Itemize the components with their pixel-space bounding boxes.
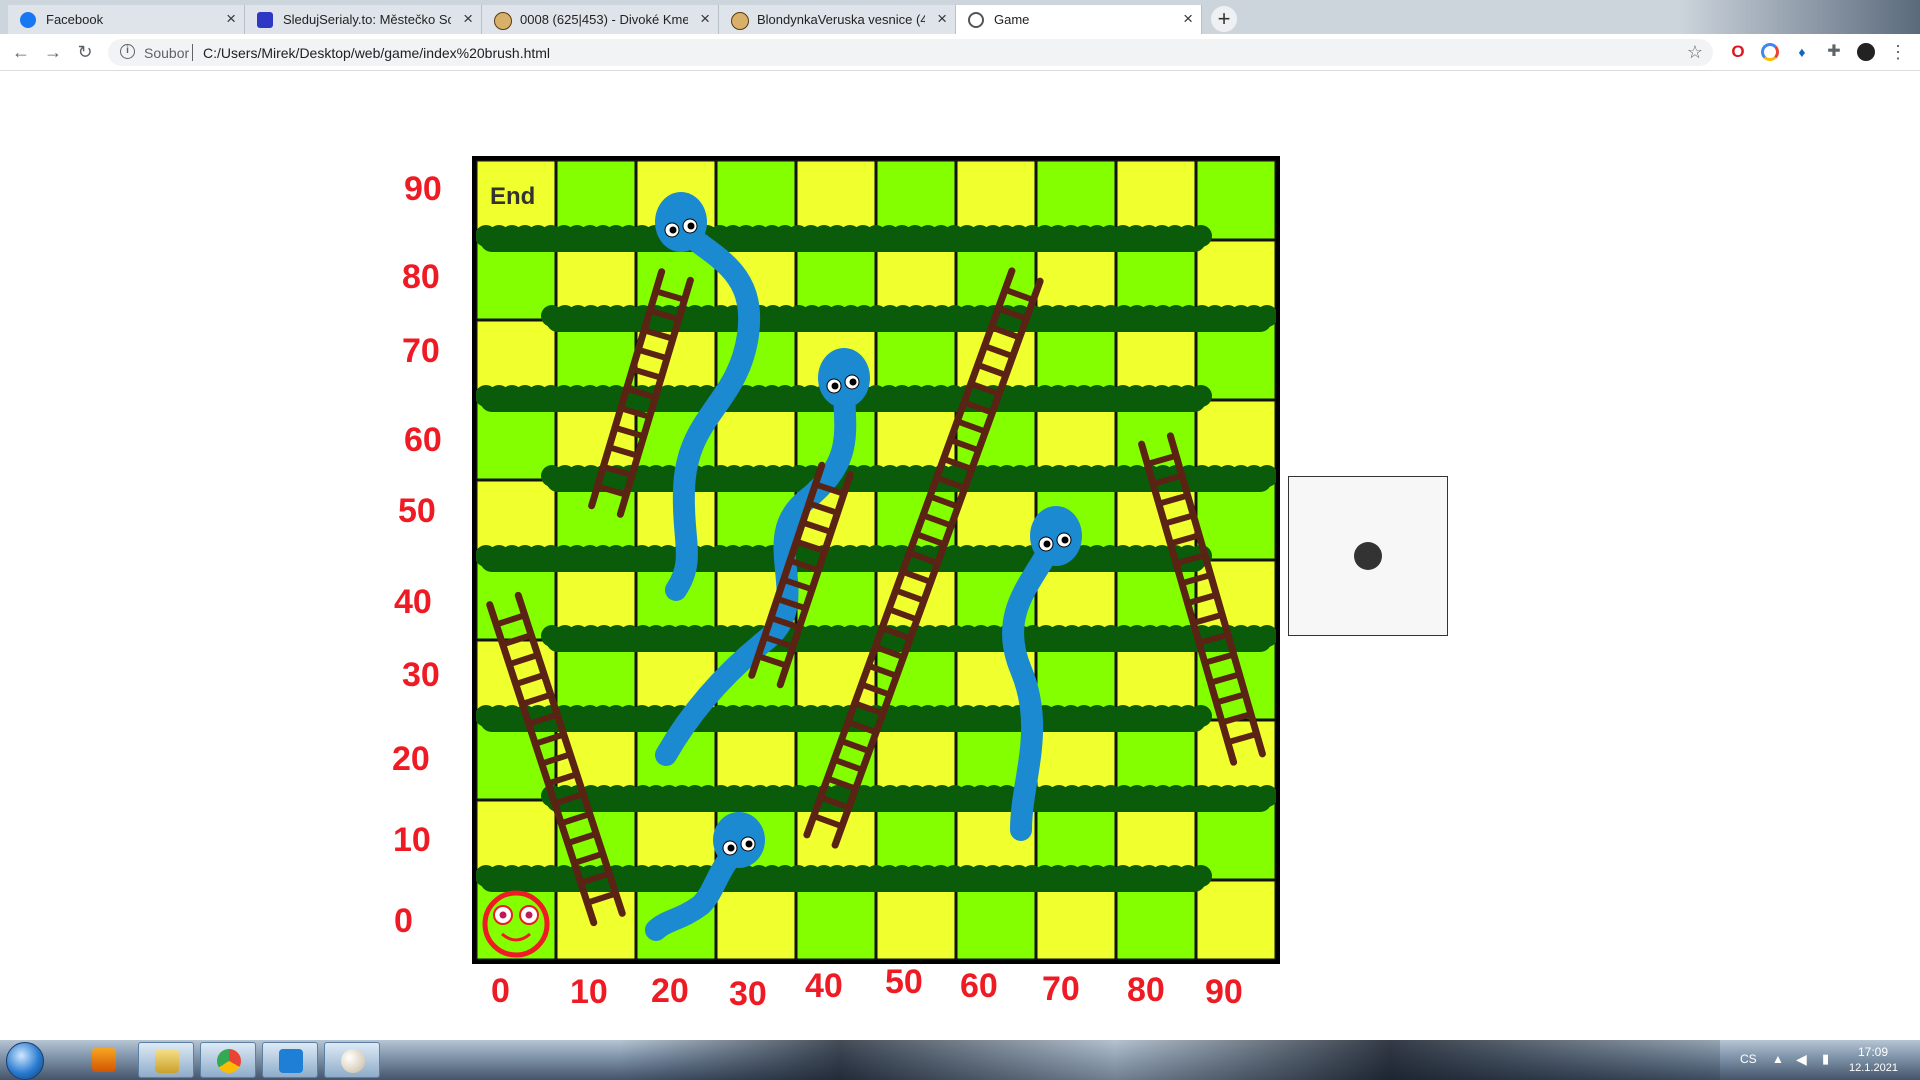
column-label: 60 — [960, 967, 998, 1005]
browser-toolbar: ← → ↻ i Soubor C:/Users/Mirek/Desktop/we… — [0, 34, 1920, 71]
back-icon[interactable]: ← — [10, 41, 32, 63]
board-hedges — [476, 225, 1276, 892]
protocol-label: Soubor — [144, 45, 190, 61]
star-icon[interactable]: ☆ — [1687, 42, 1703, 63]
player-token — [482, 890, 550, 958]
row-label: 30 — [402, 656, 440, 694]
row-label: 40 — [394, 583, 432, 621]
close-icon[interactable]: × — [226, 9, 236, 29]
tab-title: Facebook — [46, 12, 104, 27]
snake-2-head — [818, 348, 870, 408]
row-label: 10 — [393, 821, 431, 859]
row-label: 70 — [402, 332, 440, 370]
extension-ring-icon[interactable] — [1761, 43, 1779, 61]
column-label: 30 — [729, 975, 767, 1013]
divoke-kmeny-icon — [494, 12, 512, 30]
paint-icon — [341, 1049, 365, 1073]
media-player-icon — [92, 1048, 116, 1072]
hedge-bush — [1190, 865, 1212, 887]
column-label: 20 — [651, 972, 689, 1010]
close-icon[interactable]: × — [1183, 9, 1193, 29]
profile-avatar[interactable] — [1857, 43, 1875, 61]
tab-title: Game — [994, 12, 1030, 27]
hedge-bush — [1190, 705, 1212, 727]
clock-time[interactable]: 17:09 — [1858, 1045, 1888, 1059]
divoke-kmeny-icon — [731, 12, 749, 30]
taskbar-wallpaper — [620, 1040, 1720, 1080]
sledujserialy-icon — [257, 12, 273, 28]
menu-dots-icon[interactable]: ⋮ — [1889, 43, 1907, 61]
snake-3-head — [1030, 506, 1082, 566]
language-indicator[interactable]: CS — [1740, 1052, 1757, 1066]
taskbar-media-player[interactable] — [76, 1042, 132, 1078]
tab-title: SledujSerialy.to: Městečko South — [283, 12, 451, 27]
column-label: 80 — [1127, 971, 1165, 1009]
extensions-puzzle-icon[interactable]: ✚ — [1825, 43, 1843, 61]
end-label: End — [490, 183, 535, 210]
taskbar-vscode[interactable] — [262, 1042, 318, 1078]
globe-icon — [968, 12, 984, 28]
board-canvas: End — [476, 160, 1276, 960]
close-icon[interactable]: × — [700, 9, 710, 29]
close-window-button[interactable]: ✕ — [1866, 0, 1912, 16]
column-label: 10 — [570, 973, 608, 1011]
hedge-bush — [1190, 385, 1212, 407]
column-label: 0 — [491, 972, 510, 1010]
taskbar-paint[interactable] — [324, 1042, 380, 1078]
forward-icon[interactable]: → — [42, 41, 64, 63]
tab-divoke-kmeny[interactable]: 0008 (625|453) - Divoké Kmeny - × — [482, 5, 719, 34]
taskbar: CS ▲ ◀ ▮ 17:09 12.1.2021 — [0, 1040, 1920, 1080]
minimize-button[interactable]: – — [1814, 0, 1840, 16]
facebook-icon — [20, 12, 36, 28]
row-label: 0 — [394, 902, 413, 940]
row-label: 50 — [398, 492, 436, 530]
clock-date[interactable]: 12.1.2021 — [1849, 1062, 1898, 1074]
taskbar-file-explorer[interactable] — [138, 1042, 194, 1078]
column-label: 70 — [1042, 970, 1080, 1008]
row-label: 60 — [404, 421, 442, 459]
separator — [192, 44, 193, 61]
chrome-icon — [217, 1049, 241, 1073]
address-bar[interactable]: i Soubor C:/Users/Mirek/Desktop/web/game… — [108, 39, 1713, 66]
droplet-icon[interactable]: ♦ — [1793, 43, 1811, 61]
close-icon[interactable]: × — [937, 9, 947, 29]
tab-game[interactable]: Game × — [956, 5, 1202, 34]
snake-4-head — [713, 812, 765, 868]
row-label: 90 — [404, 170, 442, 208]
row-label: 20 — [392, 740, 430, 778]
snake-1-head — [655, 192, 707, 252]
tab-facebook[interactable]: Facebook × — [8, 5, 245, 34]
taskbar-chrome[interactable] — [200, 1042, 256, 1078]
tab-blondynka[interactable]: BlondynkaVeruska vesnice (434|5 × — [719, 5, 956, 34]
start-button[interactable] — [6, 1042, 44, 1080]
vscode-icon — [279, 1049, 303, 1073]
column-label: 50 — [885, 963, 923, 1001]
board-cell — [1194, 878, 1276, 960]
row-label: 80 — [402, 258, 440, 296]
reload-icon[interactable]: ↻ — [74, 41, 96, 63]
tab-title: 0008 (625|453) - Divoké Kmeny - — [520, 12, 688, 27]
column-label: 40 — [805, 967, 843, 1005]
info-icon[interactable]: i — [120, 44, 135, 59]
volume-icon[interactable]: ◀ — [1796, 1051, 1807, 1068]
maximize-button[interactable]: ▫ — [1840, 0, 1866, 16]
tray-arrow-icon[interactable]: ▲ — [1772, 1052, 1784, 1066]
network-icon[interactable]: ▮ — [1822, 1051, 1829, 1067]
column-label: 90 — [1205, 973, 1243, 1011]
dice[interactable] — [1288, 476, 1448, 636]
new-tab-button[interactable]: + — [1211, 6, 1237, 32]
opera-icon[interactable]: O — [1729, 43, 1747, 61]
tab-sledujserialy[interactable]: SledujSerialy.to: Městečko South × — [245, 5, 482, 34]
close-icon[interactable]: × — [463, 9, 473, 29]
tab-title: BlondynkaVeruska vesnice (434|5 — [757, 12, 925, 27]
tab-strip: Facebook × SledujSerialy.to: Městečko So… — [0, 0, 1920, 34]
dice-pip — [1354, 542, 1382, 570]
game-board[interactable]: End — [472, 156, 1280, 964]
hedge-bush — [1190, 225, 1212, 247]
file-explorer-icon — [155, 1049, 179, 1073]
url-text[interactable]: C:/Users/Mirek/Desktop/web/game/index%20… — [203, 45, 550, 61]
